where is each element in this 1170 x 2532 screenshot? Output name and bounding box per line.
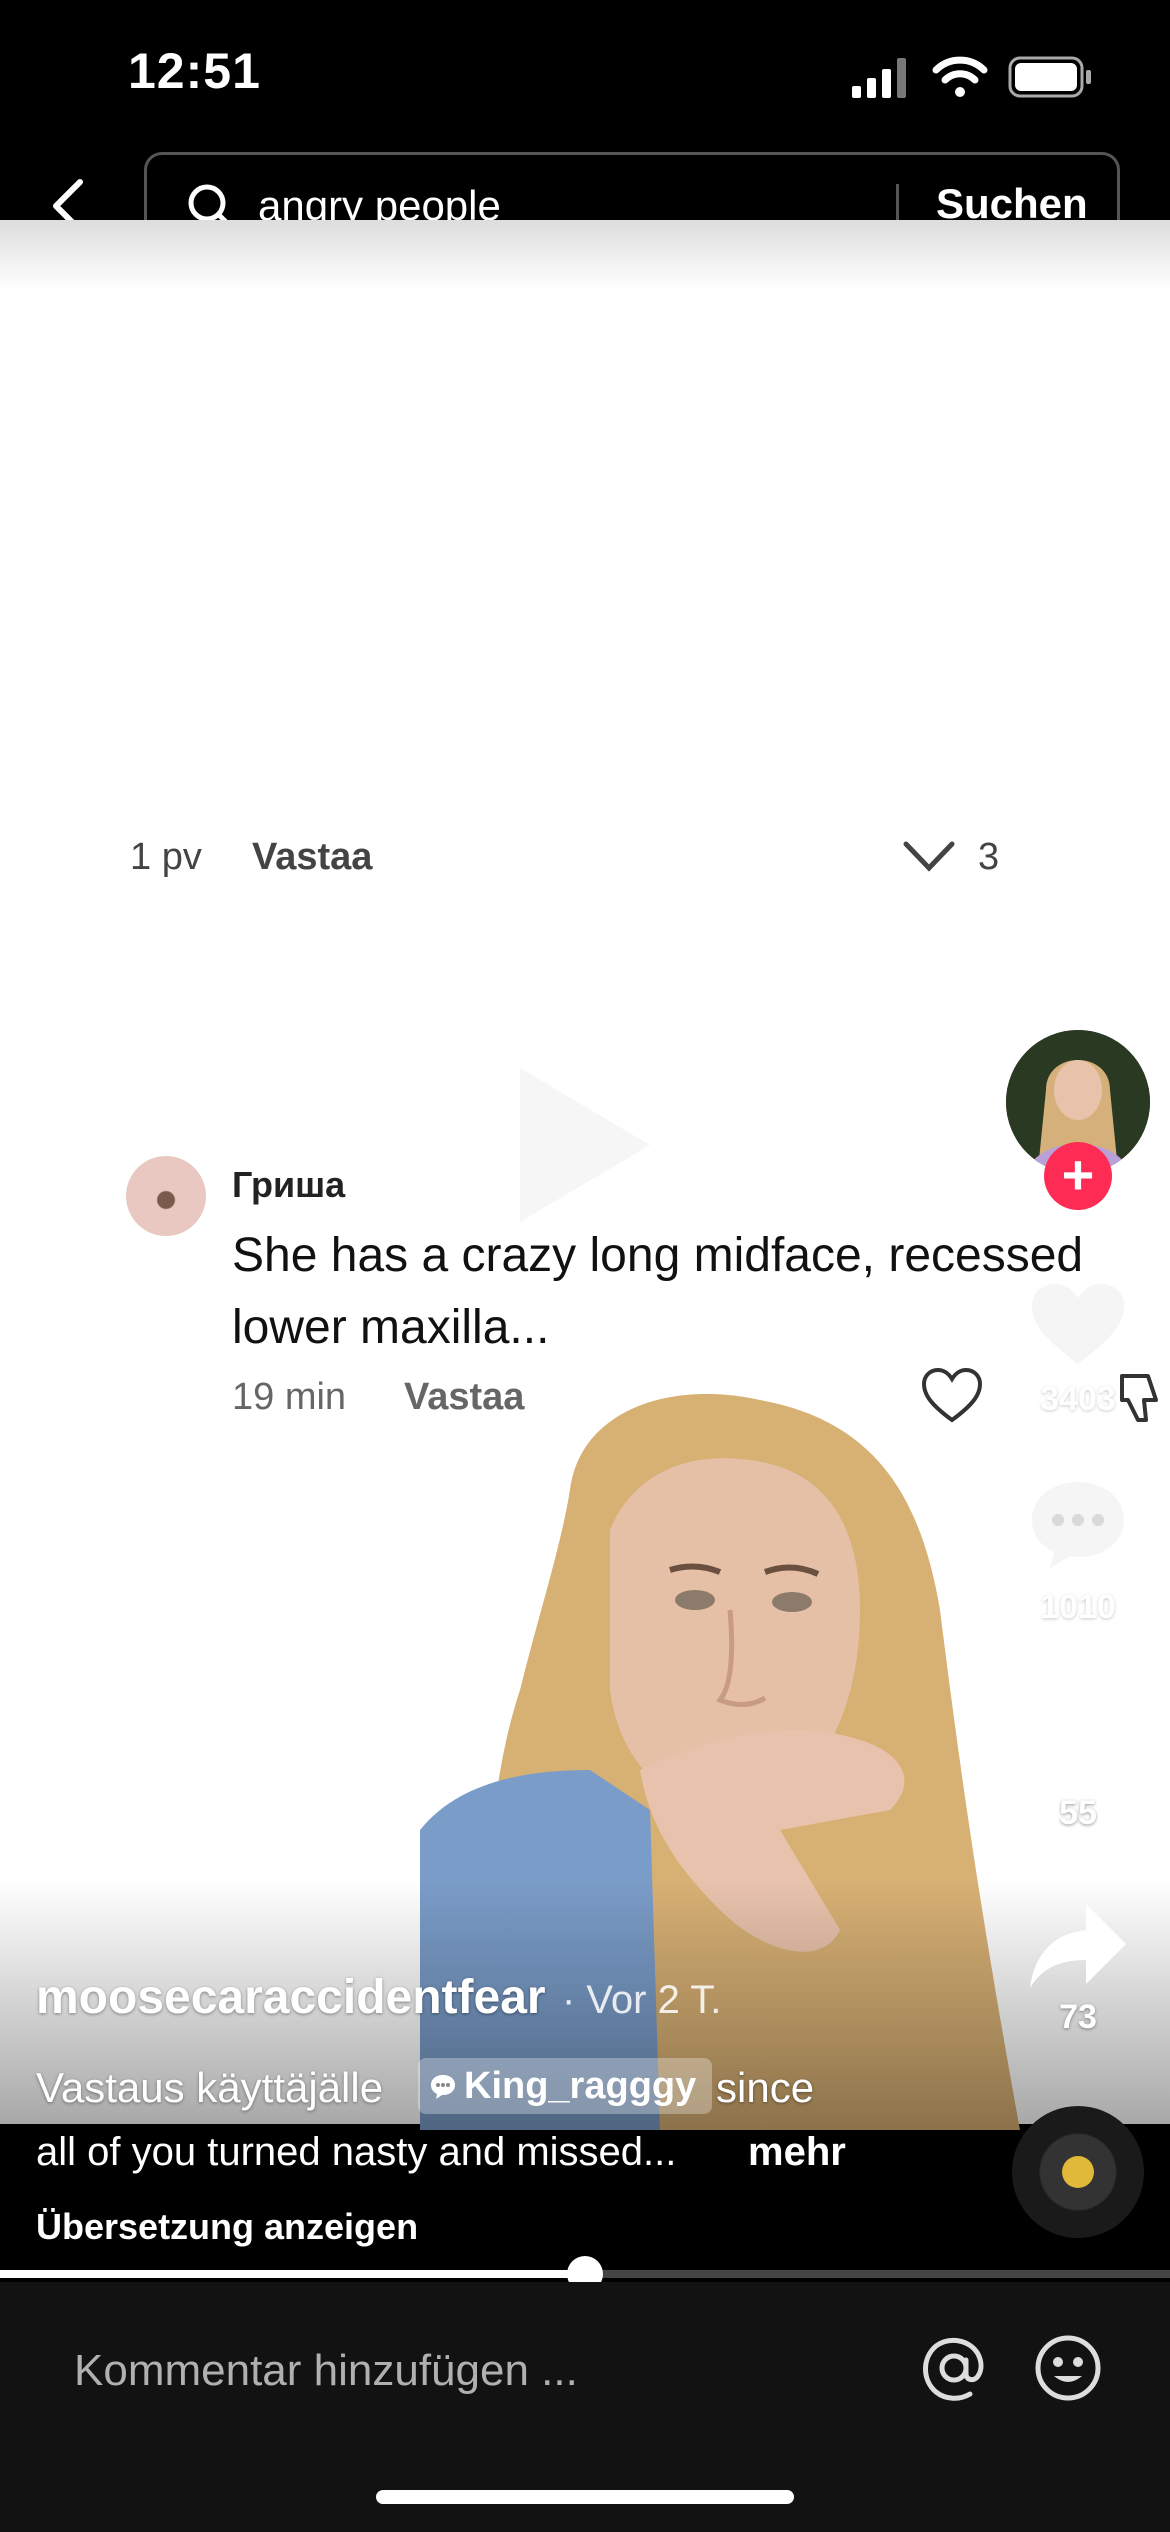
music-disc-center [1062, 2156, 1094, 2188]
avatar [126, 1156, 206, 1236]
author-username[interactable]: moosecaraccidentfear [36, 1970, 546, 2025]
previous-comment-count: 3 [978, 836, 1000, 878]
caption-prefix: Vastaus käyttäjälle [36, 2064, 384, 2111]
progress-fill [0, 2270, 585, 2278]
battery-icon [1008, 56, 1091, 98]
like-count: 3403 [1040, 1380, 1116, 1418]
more-link[interactable]: mehr [748, 2130, 846, 2175]
comment-text: She has a crazy long midface, recessed l… [232, 1229, 1084, 1354]
previous-comment-time: 1 pv [130, 836, 202, 878]
mention-chip[interactable]: King_ragggy [418, 2058, 713, 2114]
wifi-icon [932, 56, 988, 97]
share-icon[interactable] [1026, 1900, 1130, 1992]
at-mention-icon[interactable] [920, 2334, 988, 2402]
comment-bubble-icon[interactable] [1028, 1476, 1128, 1572]
chevron-down-icon [903, 841, 955, 872]
emoji-icon[interactable] [1034, 2334, 1102, 2402]
post-age: · Vor 2 T. [562, 1978, 722, 2022]
translate-link[interactable]: Übersetzung anzeigen [36, 2206, 418, 2248]
bookmark-count: 55 [1059, 1794, 1097, 1832]
video-top-shadow [0, 220, 1170, 290]
play-icon[interactable] [510, 1060, 660, 1230]
caption-line-2: all of you turned nasty and missed... [36, 2130, 677, 2174]
status-time: 12:51 [128, 43, 261, 99]
home-indicator [376, 2490, 794, 2504]
previous-comment-reply: Vastaa [252, 836, 373, 878]
signal-icon [852, 58, 906, 98]
mention-label: King_ragggy [464, 2065, 697, 2107]
comment-time: 19 min [232, 1376, 347, 1418]
comment-input[interactable]: Kommentar hinzufügen ... [74, 2346, 578, 2396]
heart-icon[interactable] [1028, 1280, 1128, 1370]
comment-count: 1010 [1040, 1588, 1116, 1626]
caption-suffix: since [716, 2064, 815, 2111]
bookmark-icon[interactable] [1042, 1690, 1118, 1786]
follow-button[interactable]: + [1044, 1142, 1112, 1210]
share-count: 73 [1059, 1998, 1097, 2036]
comment-chip-icon [431, 2075, 455, 2099]
comment-username: Гриша [232, 1164, 346, 1205]
